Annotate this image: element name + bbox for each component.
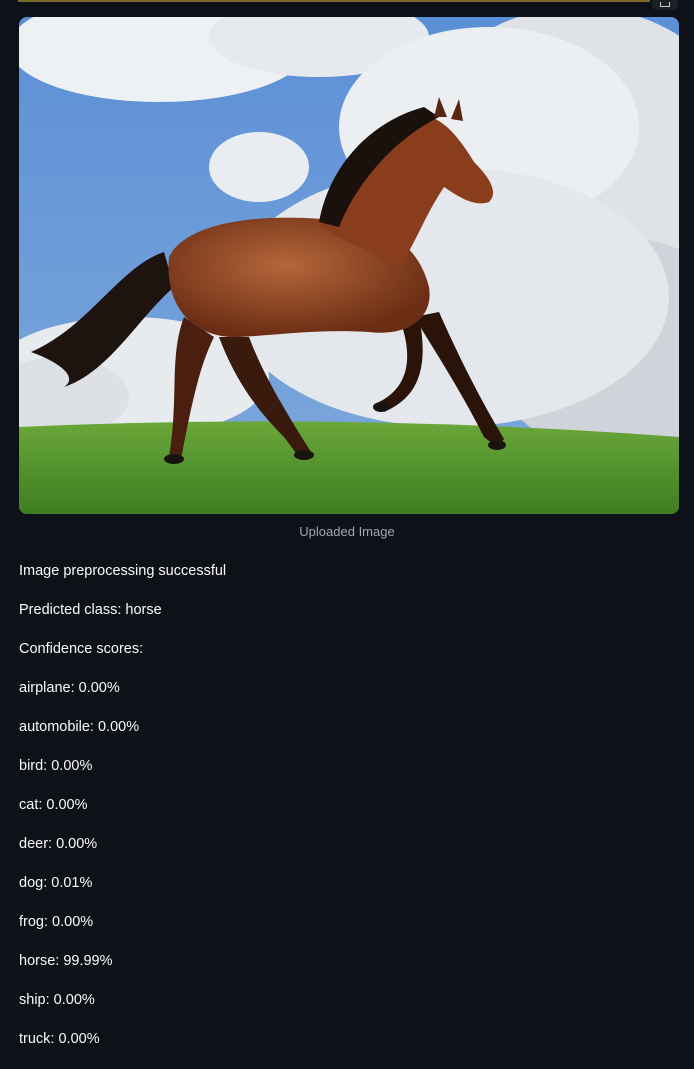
preprocessing-status: Image preprocessing successful (19, 563, 227, 579)
image-caption: Uploaded Image (299, 524, 395, 539)
horse-photo-icon (19, 17, 679, 514)
score-frog: frog: 0.00% (19, 914, 94, 930)
score-deer: deer: 0.00% (19, 836, 98, 852)
uploaded-image (19, 17, 679, 514)
score-horse: horse: 99.99% (19, 953, 113, 969)
result-text: Image preprocessing successful Predicted… (19, 562, 679, 1069)
expand-button[interactable] (652, 0, 678, 10)
score-automobile: automobile: 0.00% (19, 719, 140, 735)
top-divider (18, 0, 650, 2)
score-bird: bird: 0.00% (19, 758, 93, 774)
score-dog: dog: 0.01% (19, 875, 93, 891)
score-airplane: airplane: 0.00% (19, 680, 120, 696)
confidence-header: Confidence scores: (19, 641, 144, 657)
score-ship: ship: 0.00% (19, 992, 95, 1008)
score-cat: cat: 0.00% (19, 797, 88, 813)
chevron-icon (660, 2, 670, 7)
predicted-class: Predicted class: horse (19, 602, 162, 618)
